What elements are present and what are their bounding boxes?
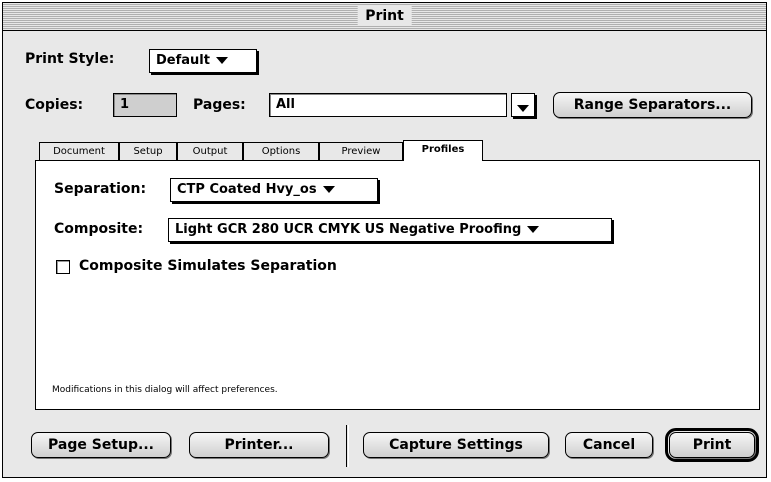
cancel-button[interactable]: Cancel [565,432,653,458]
copies-label: Copies: [25,97,84,113]
print-dialog: Print Print Style: Default Copies: 1 Pag… [2,2,767,478]
separation-label: Separation: [54,181,147,197]
print-style-popup[interactable]: Default [149,49,257,73]
print-button[interactable]: Print [665,428,759,462]
tab-setup[interactable]: Setup [119,142,177,160]
chevron-down-icon [517,104,529,112]
profiles-panel: Separation: CTP Coated Hvy_os Composite:… [35,160,760,410]
composite-simulates-separation-checkbox[interactable] [56,260,70,274]
window-title: Print [357,6,412,26]
title-bar[interactable]: Print [3,3,766,31]
popup-arrow-icon [527,226,540,233]
composite-value: Light GCR 280 UCR CMYK US Negative Proof… [175,222,522,237]
preferences-note: Modifications in this dialog will affect… [52,385,278,395]
separation-value: CTP Coated Hvy_os [177,182,317,197]
pages-label: Pages: [193,97,246,113]
composite-simulates-separation-label[interactable]: Composite Simulates Separation [79,258,337,274]
printer-button[interactable]: Printer... [189,432,329,458]
popup-arrow-icon [322,186,335,193]
print-style-value: Default [156,53,210,68]
pages-field[interactable]: All [269,93,507,117]
print-style-label: Print Style: [25,51,115,67]
tab-profiles[interactable]: Profiles [403,140,483,161]
composite-popup[interactable]: Light GCR 280 UCR CMYK US Negative Proof… [168,218,612,242]
tab-output[interactable]: Output [177,142,243,160]
page-setup-button[interactable]: Page Setup... [31,432,171,458]
tab-options[interactable]: Options [243,142,319,160]
copies-field[interactable]: 1 [113,93,177,117]
tab-preview[interactable]: Preview [319,142,403,160]
capture-settings-button[interactable]: Capture Settings [363,432,549,458]
tab-document[interactable]: Document [39,142,119,160]
separation-popup[interactable]: CTP Coated Hvy_os [170,178,378,202]
composite-label: Composite: [54,221,144,237]
button-divider [346,425,347,467]
button-divider-highlight [348,425,349,467]
range-separators-button[interactable]: Range Separators... [553,92,752,118]
pages-dropdown-button[interactable] [511,93,535,117]
popup-arrow-icon [215,57,228,64]
